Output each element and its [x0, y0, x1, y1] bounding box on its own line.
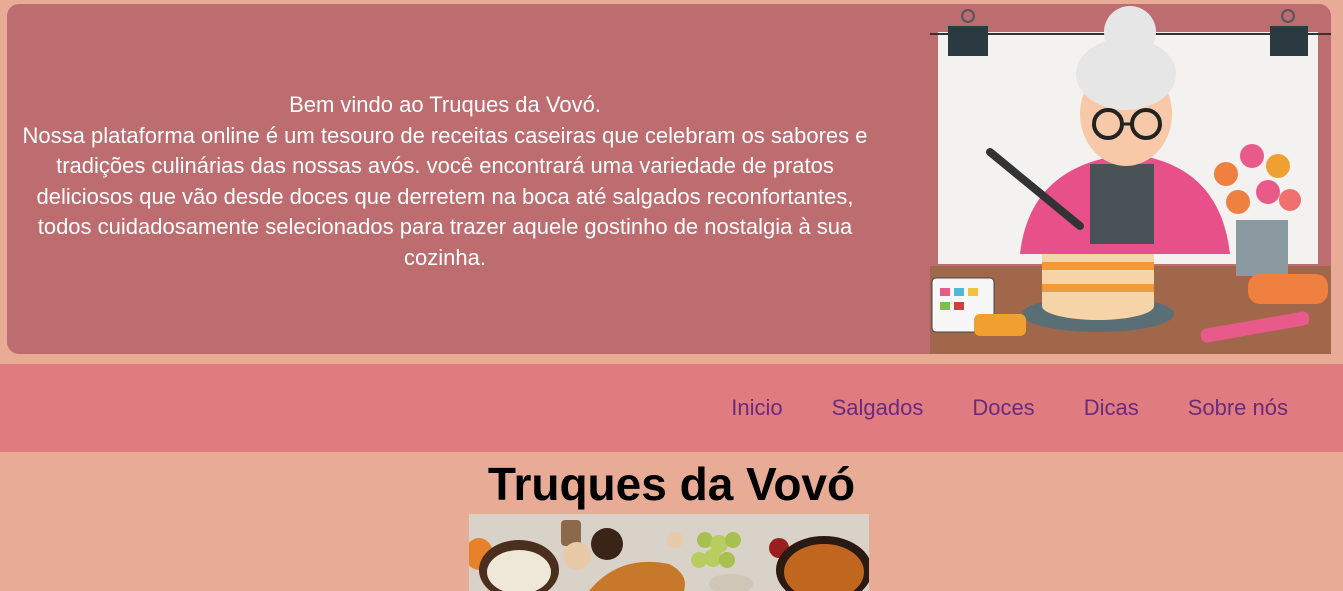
hero-section: Bem vindo ao Truques da Vovó. Nossa plat… [0, 0, 1343, 364]
nav-item-dicas[interactable]: Dicas [1084, 395, 1139, 421]
welcome-paragraph: Nossa plataforma online é um tesouro de … [22, 122, 868, 270]
food-banner-image [469, 514, 869, 591]
nav-item-inicio[interactable]: Inicio [731, 395, 782, 421]
welcome-text: Bem vindo ao Truques da Vovó. Nossa plat… [7, 90, 883, 273]
page-title: Truques da Vovó [487, 458, 856, 510]
welcome-heading: Bem vindo ao Truques da Vovó. [289, 92, 601, 117]
nav-item-sobre-nos[interactable]: Sobre nós [1188, 395, 1288, 421]
nav-list: Inicio Salgados Doces Dicas Sobre nós [682, 364, 1288, 452]
main-navigation: Inicio Salgados Doces Dicas Sobre nós [0, 364, 1343, 452]
nav-item-salgados[interactable]: Salgados [832, 395, 924, 421]
grandma-illustration [930, 6, 1331, 354]
nav-item-doces[interactable]: Doces [972, 395, 1034, 421]
